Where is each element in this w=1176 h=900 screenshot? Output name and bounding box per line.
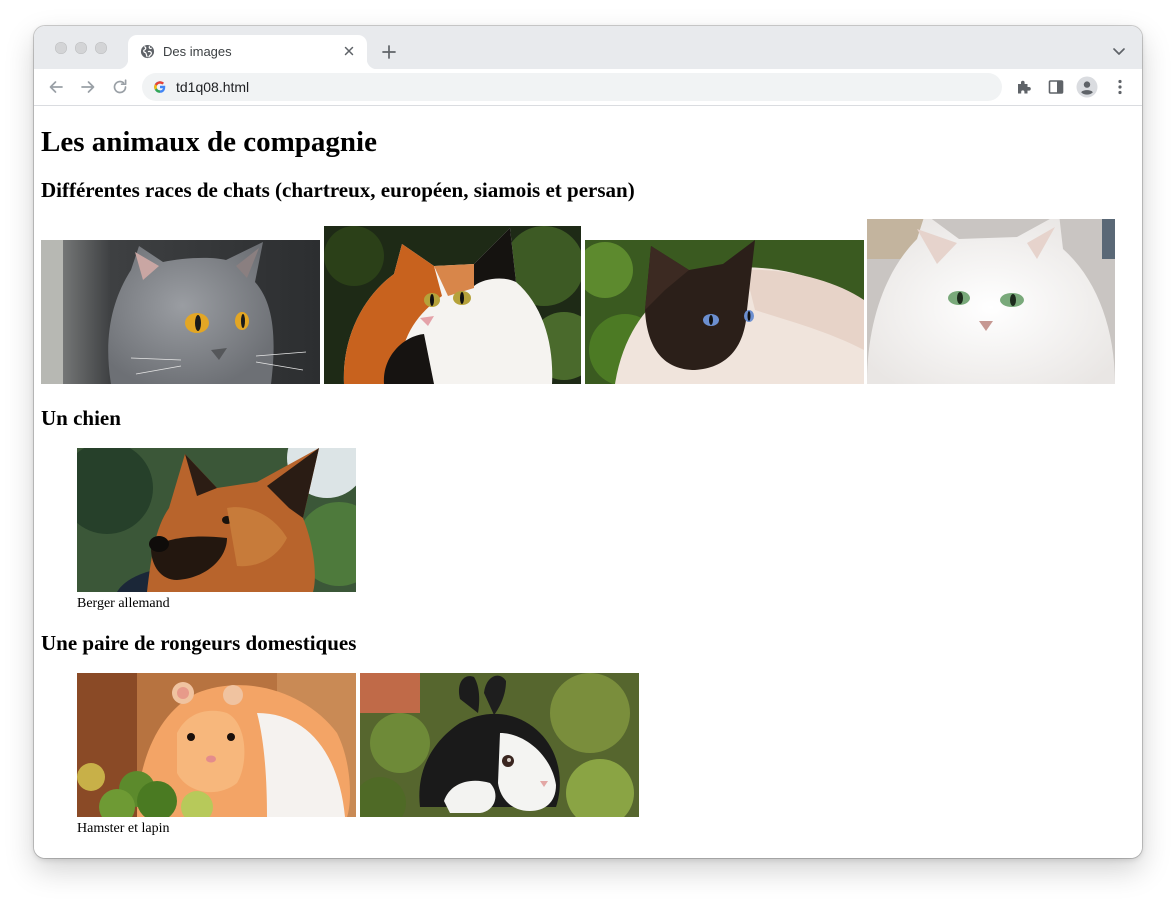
close-icon[interactable] — [341, 43, 357, 59]
profile-icon[interactable] — [1076, 76, 1098, 98]
plus-icon[interactable] — [380, 43, 398, 61]
address-bar[interactable]: td1q08.html — [142, 73, 1002, 101]
dog-heading: Un chien — [41, 406, 121, 430]
cat-chartreux-image — [41, 240, 320, 384]
rodents-caption: Hamster et lapin — [77, 821, 170, 836]
rodents-heading: Une paire de rongeurs domestiques — [41, 631, 357, 655]
tab-des-images[interactable]: Des images — [118, 35, 377, 69]
cat-siamois-image — [585, 240, 864, 384]
cat-persan-image — [867, 219, 1115, 384]
forward-icon[interactable] — [78, 77, 98, 97]
tab-strip: Des images — [34, 26, 1142, 69]
more-vert-icon[interactable] — [1109, 76, 1131, 98]
cat-europeen-image — [324, 226, 581, 384]
dog-caption: Berger allemand — [77, 596, 170, 611]
browser-window: Des images td1q08.html Les animaux de co… — [34, 26, 1142, 858]
back-icon[interactable] — [46, 77, 66, 97]
rabbit-image — [360, 673, 639, 817]
dog-berger-allemand-image — [77, 448, 356, 592]
close-window-button[interactable] — [55, 42, 67, 54]
hamster-image — [77, 673, 356, 817]
cats-heading: Différentes races de chats (chartreux, e… — [41, 178, 635, 202]
reload-icon[interactable] — [110, 77, 130, 97]
globe-icon — [140, 44, 155, 59]
chevron-down-icon[interactable] — [1112, 46, 1126, 56]
browser-toolbar: td1q08.html — [34, 69, 1142, 106]
page-content: Les animaux de compagnie Différentes rac… — [34, 106, 1142, 858]
extensions-icon[interactable] — [1013, 76, 1035, 98]
side-panel-icon[interactable] — [1045, 76, 1067, 98]
address-text: td1q08.html — [176, 79, 250, 95]
zoom-window-button[interactable] — [95, 42, 107, 54]
tab-title: Des images — [163, 44, 232, 59]
google-icon — [153, 80, 167, 94]
page-title: Les animaux de compagnie — [41, 126, 377, 158]
minimize-window-button[interactable] — [75, 42, 87, 54]
